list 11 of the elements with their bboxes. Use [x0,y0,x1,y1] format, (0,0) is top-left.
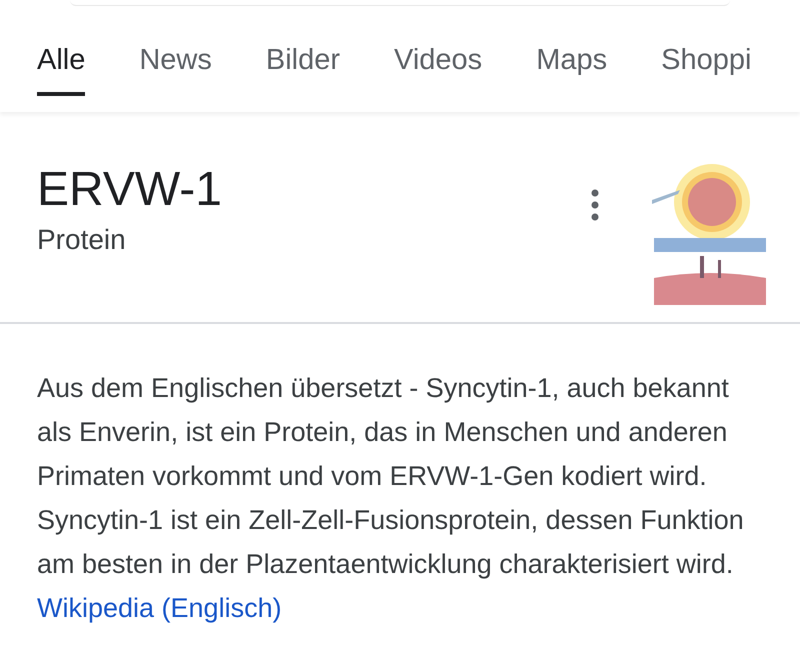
entity-subtitle: Protein [37,223,127,257]
description-text: Aus dem Englischen übersetzt - Syncytin-1, auch bekannt als Enverin, ist ein Protein, das in Menschen und anderen Primaten vorkommt und vom ERVW-1-Gen kodiert wird. Syncytin-1 ist ein Zell-Zell-Fusionsprotein, dessen Funktion am besten in der Plazentaentwicklung charakterisiert wird. Wikipedia (Englisch) [36,372,745,625]
wikipedia-link[interactable]: Wikipedia (Englisch) [37,593,282,623]
tab[interactable]: Videos [394,42,482,96]
tab[interactable]: Alle [37,42,86,96]
tab[interactable]: News [139,42,212,96]
tab[interactable]: Shoppi [661,42,752,96]
tab[interactable]: Maps [536,42,608,96]
tab[interactable]: Bilder [266,42,340,96]
more-options-icon[interactable] [590,188,600,222]
entity-title: ERVW-1 [37,162,223,218]
